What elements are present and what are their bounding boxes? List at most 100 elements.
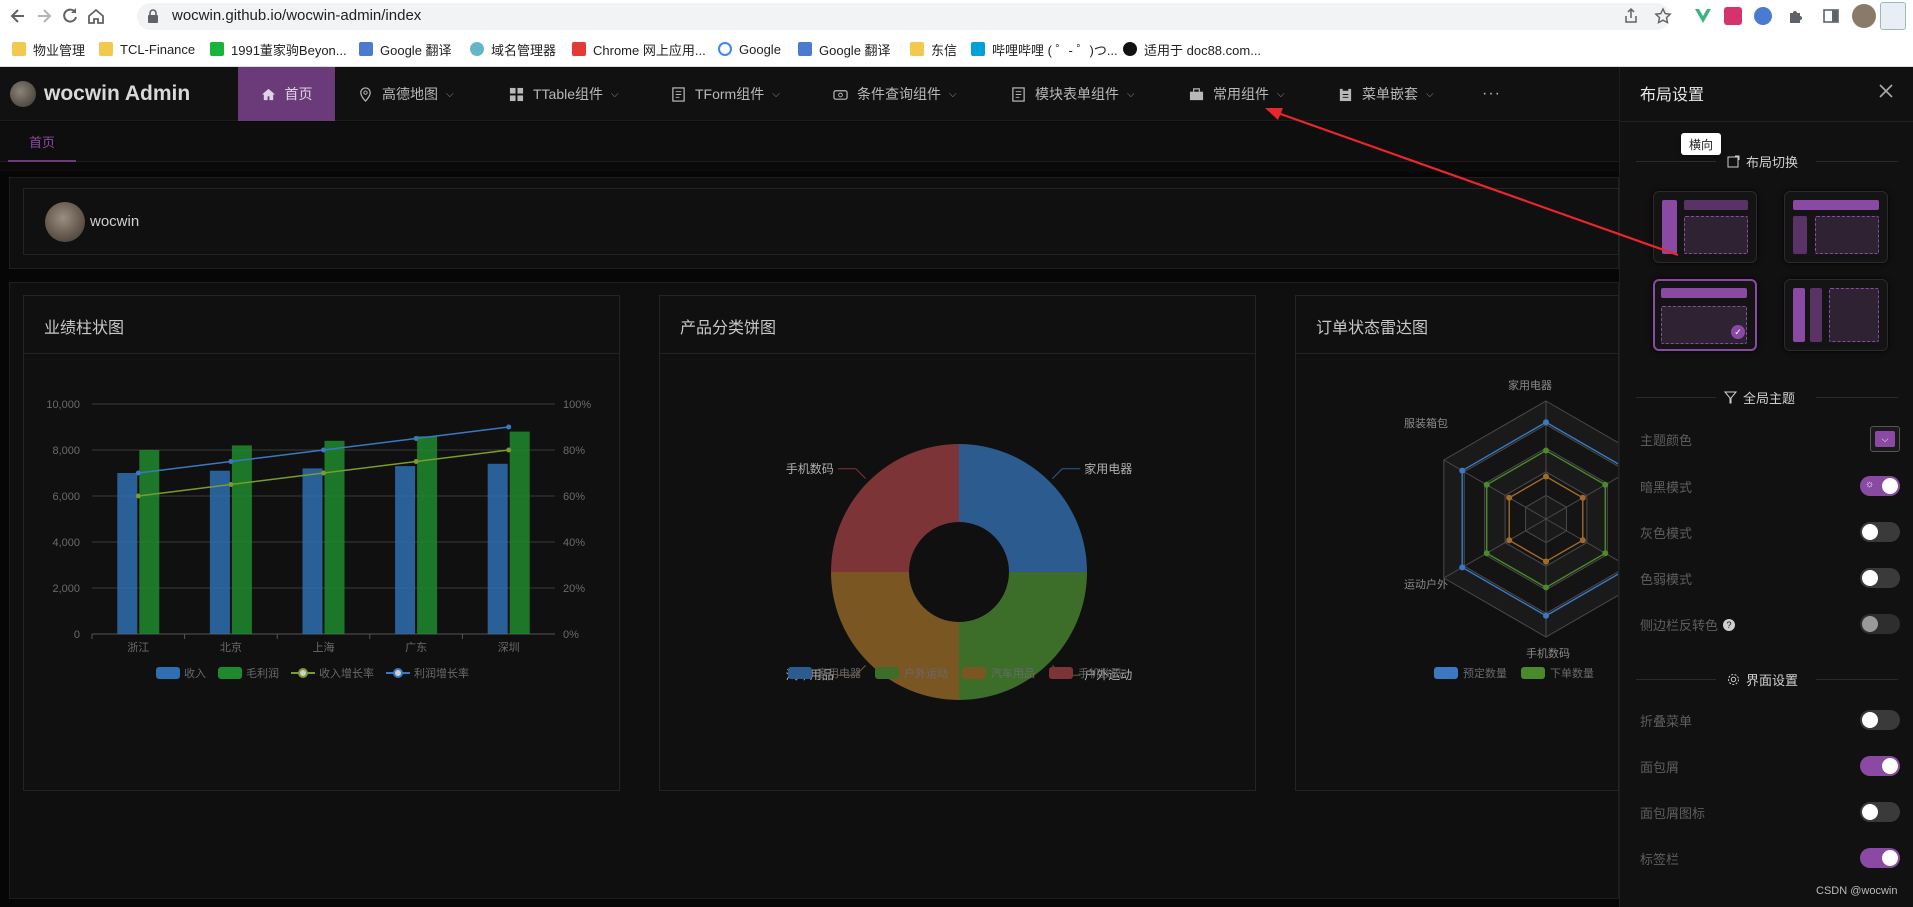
- avatar[interactable]: [45, 202, 85, 242]
- layout-option-columns[interactable]: [1784, 279, 1888, 351]
- radar-point: [1483, 550, 1490, 557]
- sidebar-invert-switch[interactable]: [1860, 614, 1900, 634]
- bar-收入: [395, 466, 416, 634]
- bookmark-item[interactable]: Chrome 网上应用...: [572, 39, 706, 59]
- collapse-menu-row: 折叠菜单: [1640, 707, 1900, 731]
- site-icon: [210, 42, 224, 56]
- y-tick-label: 0: [74, 629, 80, 641]
- radar-indicator-label: 家用电器: [1508, 378, 1552, 392]
- radar-point: [1459, 467, 1466, 474]
- bookmark-item[interactable]: Google: [718, 39, 781, 59]
- address-row: wocwin.github.io/wocwin-admin/index: [0, 0, 1913, 32]
- gray-mode-row: 灰色模式: [1640, 519, 1900, 543]
- bookmark-item[interactable]: Google 翻译: [359, 39, 452, 59]
- point-利润增长率: [321, 447, 326, 453]
- bookmark-item[interactable]: 1991董家驹Beyon...: [210, 39, 347, 59]
- extension-icon[interactable]: [1754, 7, 1772, 25]
- close-icon[interactable]: [1876, 81, 1896, 101]
- extension-icon[interactable]: [1880, 2, 1906, 30]
- radar-point: [1543, 473, 1549, 480]
- chevron-down-icon: ⌵: [1127, 88, 1135, 100]
- pie-slice-户外运动: [959, 572, 1087, 700]
- gear-icon: [1728, 674, 1739, 685]
- chevron-down-icon: ⌵: [1277, 88, 1285, 100]
- profile-avatar[interactable]: [1852, 4, 1876, 28]
- vue-devtools-icon[interactable]: [1694, 7, 1712, 25]
- breadcrumb-switch[interactable]: [1860, 756, 1900, 776]
- gray-mode-switch[interactable]: [1860, 522, 1900, 542]
- forward-arrow-icon[interactable]: [34, 6, 54, 26]
- bookmark-item[interactable]: 物业管理: [12, 39, 85, 59]
- radar-point: [1543, 584, 1549, 591]
- menu-item-ttable[interactable]: TTable组件 ⌵: [509, 67, 619, 121]
- extension-icon[interactable]: [1724, 7, 1742, 25]
- radar-point: [1543, 419, 1549, 426]
- pie-slice-家用电器: [959, 444, 1087, 572]
- site-icon: [572, 42, 586, 56]
- card-title: 订单状态雷达图: [1316, 320, 1429, 337]
- card-title: 业绩柱状图: [44, 320, 125, 337]
- bookmark-item[interactable]: 东信: [910, 39, 957, 59]
- tabs-bar-switch[interactable]: [1860, 848, 1900, 868]
- y2-tick-label: 20%: [563, 583, 585, 595]
- chevron-down-icon: ⌵: [1875, 431, 1895, 447]
- theme-brush-icon: [1724, 391, 1737, 404]
- radar-point: [1602, 550, 1609, 557]
- reload-icon[interactable]: [60, 6, 80, 26]
- legend-swatch: [218, 667, 242, 679]
- weak-mode-switch[interactable]: [1860, 568, 1900, 588]
- bookmark-item[interactable]: 哔哩哔哩 ( ゜- ゜)つ...: [971, 39, 1118, 59]
- map-pin-icon: [360, 86, 371, 102]
- y2-tick-label: 60%: [563, 491, 585, 503]
- layout-option-vertical[interactable]: [1653, 191, 1757, 263]
- menu-item-nested[interactable]: 菜单嵌套 ⌵: [1338, 67, 1434, 121]
- bookmark-item[interactable]: 适用于 doc88.com...: [1123, 39, 1261, 59]
- bookmark-item[interactable]: TCL-Finance: [99, 39, 195, 59]
- legend-label: 毛利润: [246, 666, 279, 680]
- point-利润增长率: [506, 424, 512, 430]
- bookmark-item[interactable]: Google 翻译: [798, 39, 891, 59]
- url-text[interactable]: wocwin.github.io/wocwin-admin/index: [172, 7, 421, 24]
- menu-item-home[interactable]: 首页: [238, 67, 335, 121]
- watermark: CSDN @wocwin: [1816, 885, 1898, 897]
- menu-item-common[interactable]: 常用组件 ⌵: [1189, 67, 1285, 121]
- user-name: wocwin: [90, 213, 140, 230]
- collapse-menu-switch[interactable]: [1860, 710, 1900, 730]
- dark-mode-switch[interactable]: ☼: [1860, 476, 1900, 496]
- menu-item-module-form[interactable]: 模块表单组件 ⌵: [1011, 67, 1135, 121]
- radar-point: [1543, 447, 1549, 454]
- more-menu-icon[interactable]: ···: [1482, 67, 1501, 121]
- help-icon[interactable]: ?: [1723, 618, 1736, 631]
- menu-item-query[interactable]: 条件查询组件 ⌵: [833, 67, 957, 121]
- bar-毛利润: [231, 445, 252, 634]
- check-icon: ✓: [1731, 325, 1745, 339]
- radar-point: [1459, 564, 1466, 571]
- back-arrow-icon[interactable]: [8, 6, 28, 26]
- point-收入增长率: [135, 493, 141, 499]
- layout-option-transverse[interactable]: ✓: [1653, 279, 1757, 351]
- translate-icon: [359, 42, 373, 56]
- menu-item-tform[interactable]: TForm组件 ⌵: [671, 67, 780, 121]
- layout-option-classic[interactable]: [1784, 191, 1888, 263]
- tab-home[interactable]: 首页: [8, 122, 76, 162]
- bar-chart-card: 业绩柱状图 0 2,000 4,000 6,000 8,000 10,000 0% 20% 40…: [23, 295, 620, 791]
- puzzle-icon[interactable]: [1787, 7, 1805, 25]
- sidebar-toggle-icon[interactable]: [1822, 7, 1840, 25]
- x-tick-label: 浙江: [127, 641, 149, 654]
- menu-item-amap[interactable]: 高德地图 ⌵: [358, 67, 454, 121]
- bar-毛利润: [324, 440, 345, 634]
- legend-label: 收入: [184, 666, 206, 680]
- bookmark-item[interactable]: 域名管理器: [470, 39, 556, 59]
- y-tick-label: 10,000: [46, 399, 80, 411]
- share-icon[interactable]: [1622, 7, 1640, 25]
- breadcrumb-row: 面包屑: [1640, 753, 1900, 777]
- breadcrumb-icon-switch[interactable]: [1860, 802, 1900, 822]
- star-icon[interactable]: [1654, 7, 1672, 25]
- legend-swatch: [788, 667, 812, 679]
- brand-title: wocwin Admin: [44, 82, 191, 105]
- bar-毛利润: [509, 431, 530, 634]
- theme-color-picker[interactable]: ⌵: [1870, 426, 1900, 452]
- user-card: wocwin: [23, 188, 1619, 255]
- home-icon[interactable]: [86, 6, 106, 26]
- radar-point: [1543, 558, 1549, 565]
